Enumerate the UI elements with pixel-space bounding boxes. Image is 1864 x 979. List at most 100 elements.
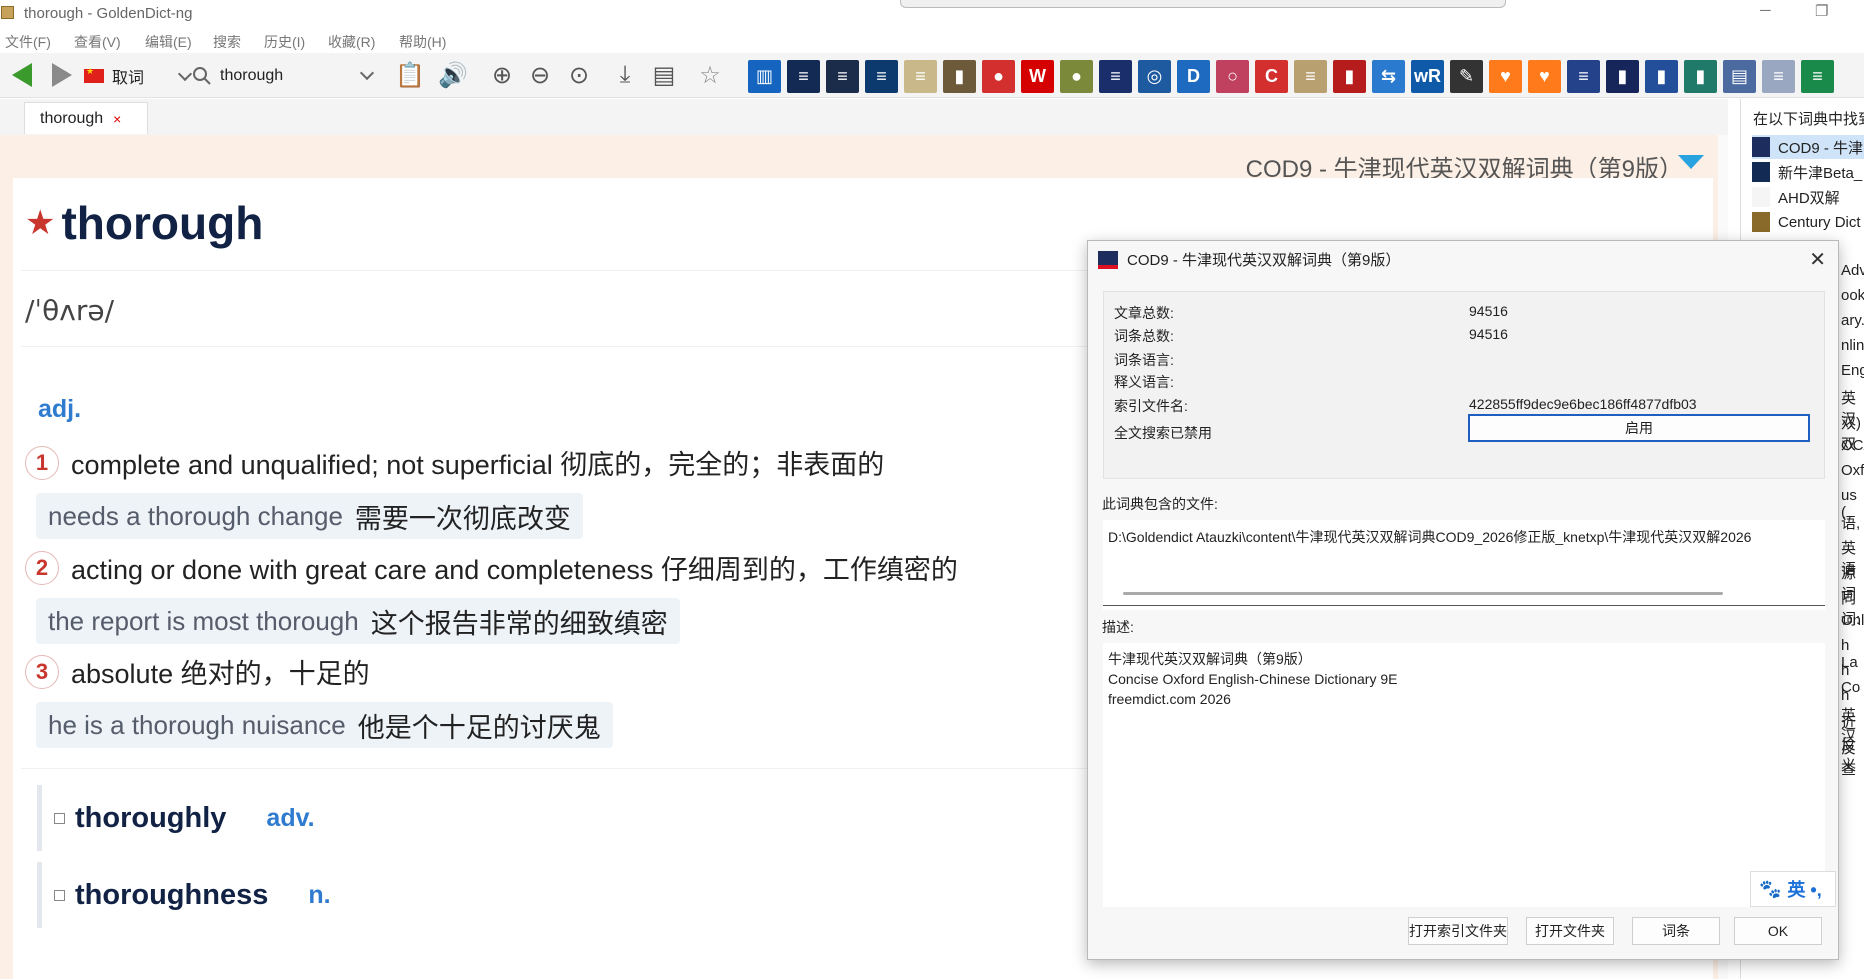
book-dict-icon[interactable]: ▮ bbox=[943, 60, 976, 93]
pronounce-icon[interactable]: 🔊 bbox=[437, 60, 469, 90]
found-dict-item-truncated[interactable]: 反查 bbox=[1841, 737, 1864, 779]
zoom-in-icon[interactable]: ⊕ bbox=[486, 60, 518, 90]
found-dict-item-truncated[interactable]: nlin bbox=[1841, 337, 1864, 354]
navy-dict-icon[interactable]: ▮ bbox=[1606, 60, 1639, 93]
blue-book-dict-icon[interactable]: ▮ bbox=[1645, 60, 1678, 93]
word-count-label: 词条总数: bbox=[1114, 328, 1174, 344]
dialog-title-bar: COD9 - 牛津现代英汉双解词典（第9版） bbox=[1088, 241, 1838, 278]
wordreference-dict-icon[interactable]: wR bbox=[1411, 60, 1444, 93]
oxford-dict-icon-1[interactable]: ≡ bbox=[787, 60, 820, 93]
horizontal-scrollbar[interactable] bbox=[1123, 592, 1723, 595]
found-dict-item[interactable]: COD9 - 牛津 bbox=[1752, 135, 1864, 159]
found-dict-item[interactable]: Century Dict bbox=[1752, 210, 1861, 234]
oxford-dict-icon-3[interactable]: ≡ bbox=[865, 60, 898, 93]
window-title: thorough - GoldenDict-ng bbox=[24, 5, 193, 22]
heart-dict-icon-2[interactable]: ♥ bbox=[1528, 60, 1561, 93]
search-input[interactable]: thorough bbox=[220, 67, 283, 85]
ime-mode: 英 •, bbox=[1787, 880, 1822, 900]
wave-dict-icon[interactable]: D bbox=[1177, 60, 1210, 93]
derived-pos: n. bbox=[308, 880, 331, 909]
article-count-label: 文章总数: bbox=[1114, 305, 1174, 321]
found-dict-item-truncated[interactable]: Online bbox=[1841, 612, 1864, 629]
menu-view[interactable]: 查看(V) bbox=[74, 32, 121, 52]
derived-word[interactable]: thoroughness bbox=[75, 879, 268, 912]
close-tab-icon[interactable]: × bbox=[113, 111, 121, 127]
found-dict-item-truncated[interactable]: 语, bbox=[1841, 512, 1860, 533]
favorite-icon[interactable]: ☆ bbox=[694, 60, 726, 90]
forward-icon[interactable] bbox=[52, 63, 72, 87]
stats-dict-icon[interactable]: ▥ bbox=[748, 60, 781, 93]
dictionary-bar: ▥ ≡ ≡ ≡ ≡ ▮ ● W ● ≡ ◎ D ○ C ≡ ▮ ⇆ wR ✎ ♥ ♥ ≡ ▮ ▮ ▮ ▤ ≡ ≡ bbox=[748, 60, 1840, 94]
circle-dict-icon[interactable]: ○ bbox=[1216, 60, 1249, 93]
found-dict-item[interactable]: 新牛津Beta_ bbox=[1752, 160, 1862, 184]
pen-dict-icon[interactable]: ✎ bbox=[1450, 60, 1483, 93]
heart-dict-icon-1[interactable]: ♥ bbox=[1489, 60, 1522, 93]
tab-thorough[interactable]: thorough × bbox=[24, 102, 148, 134]
stack-dict-icon[interactable]: ▤ bbox=[1723, 60, 1756, 93]
red-book-dict-icon[interactable]: ▮ bbox=[1333, 60, 1366, 93]
headwords-button[interactable]: 词条 bbox=[1632, 917, 1720, 945]
thesaurus-dict-icon[interactable]: ≡ bbox=[904, 60, 937, 93]
save-icon[interactable]: ⤓ bbox=[609, 60, 641, 90]
description-line: freemdict.com 2026 bbox=[1108, 691, 1231, 707]
print-icon[interactable]: ▤ bbox=[648, 60, 680, 90]
sense-text: acting or done with great care and compl… bbox=[71, 555, 958, 585]
mcdonalds-dict-icon[interactable]: W bbox=[1021, 60, 1054, 93]
search-history-chevron-icon[interactable] bbox=[359, 65, 375, 81]
close-icon[interactable]: ✕ bbox=[1809, 247, 1826, 272]
tan-dict-icon[interactable]: ≡ bbox=[1294, 60, 1327, 93]
example-3: he is a thorough nuisance 他是个十足的讨厌鬼 bbox=[36, 702, 613, 748]
minimize-button[interactable]: ─ bbox=[1760, 2, 1771, 19]
menu-file[interactable]: 文件(F) bbox=[5, 32, 51, 52]
open-folder-button[interactable]: 打开文件夹 bbox=[1526, 917, 1614, 945]
part-of-speech: adj. bbox=[38, 395, 82, 423]
world-dict-icon[interactable]: ◎ bbox=[1138, 60, 1171, 93]
teal-dict-icon[interactable]: ▮ bbox=[1684, 60, 1717, 93]
menu-favorites[interactable]: 收藏(R) bbox=[328, 32, 375, 52]
oxford-dict-icon-5[interactable]: ≡ bbox=[1567, 60, 1600, 93]
seal-dict-icon[interactable]: ● bbox=[982, 60, 1015, 93]
green-dict-icon[interactable]: ≡ bbox=[1801, 60, 1834, 93]
collapse-arrow-icon[interactable] bbox=[1678, 155, 1704, 169]
found-dict-item-truncated[interactable]: OCA bbox=[1841, 437, 1864, 454]
dictionary-info-dialog: COD9 - 牛津现代英汉双解词典（第9版） ✕ 文章总数: 94516 词条总… bbox=[1087, 240, 1839, 960]
oxford-dict-icon-2[interactable]: ≡ bbox=[826, 60, 859, 93]
white-dict-icon[interactable]: ≡ bbox=[1762, 60, 1795, 93]
found-dict-item[interactable]: AHD双解 bbox=[1752, 185, 1840, 209]
derived-word[interactable]: thoroughly bbox=[75, 802, 226, 835]
collins-dict-icon[interactable]: C bbox=[1255, 60, 1288, 93]
menu-edit[interactable]: 编辑(E) bbox=[145, 32, 192, 52]
search-combo[interactable]: thorough bbox=[192, 62, 380, 90]
menu-history[interactable]: 历史(I) bbox=[264, 32, 305, 52]
files-list[interactable]: D:\Goldendict Atauzki\content\牛津现代英汉双解词典… bbox=[1103, 520, 1825, 610]
back-icon[interactable] bbox=[12, 63, 32, 87]
enable-fulltext-button[interactable]: 启用 bbox=[1468, 414, 1810, 442]
oxford-dict-icon-4[interactable]: ≡ bbox=[1099, 60, 1132, 93]
found-dict-item-truncated[interactable]: Adv bbox=[1841, 262, 1864, 279]
sense-2: 2 acting or done with great care and com… bbox=[25, 548, 958, 587]
maximize-button[interactable]: ❐ bbox=[1815, 2, 1828, 20]
found-dict-item-truncated[interactable]: Engl bbox=[1841, 362, 1864, 379]
menu-help[interactable]: 帮助(H) bbox=[399, 32, 446, 52]
chevron-down-icon[interactable] bbox=[177, 66, 193, 82]
search-icon bbox=[193, 67, 211, 85]
scan-group-combo[interactable]: 取词 bbox=[84, 62, 193, 90]
found-dict-item-truncated[interactable]: ary.c bbox=[1841, 312, 1864, 329]
found-dict-item-truncated[interactable]: Oxfo bbox=[1841, 462, 1864, 479]
ime-toolbar[interactable]: 🐾 英 •, bbox=[1750, 871, 1836, 907]
olive-dict-icon[interactable]: ● bbox=[1060, 60, 1093, 93]
derived-pos: adv. bbox=[266, 803, 315, 832]
found-dict-item-truncated[interactable]: ook bbox=[1841, 287, 1864, 304]
translate-dict-icon[interactable]: ⇆ bbox=[1372, 60, 1405, 93]
zoom-out-icon[interactable]: ⊖ bbox=[524, 60, 556, 90]
ok-button[interactable]: OK bbox=[1734, 917, 1822, 945]
index-file-label: 索引文件名: bbox=[1114, 398, 1188, 414]
menu-search[interactable]: 搜索 bbox=[213, 32, 241, 52]
derived-word-1: thoroughly adv. bbox=[37, 785, 637, 851]
clipboard-icon[interactable]: 📋 bbox=[394, 60, 426, 90]
description-text: 牛津现代英汉双解词典（第9版） Concise Oxford English-C… bbox=[1103, 643, 1825, 907]
paw-icon: 🐾 bbox=[1759, 878, 1782, 899]
open-index-folder-button[interactable]: 打开索引文件夹 bbox=[1408, 917, 1508, 945]
zoom-reset-icon[interactable]: ⊙ bbox=[563, 60, 595, 90]
example-chinese: 他是个十足的讨厌鬼 bbox=[357, 712, 601, 743]
